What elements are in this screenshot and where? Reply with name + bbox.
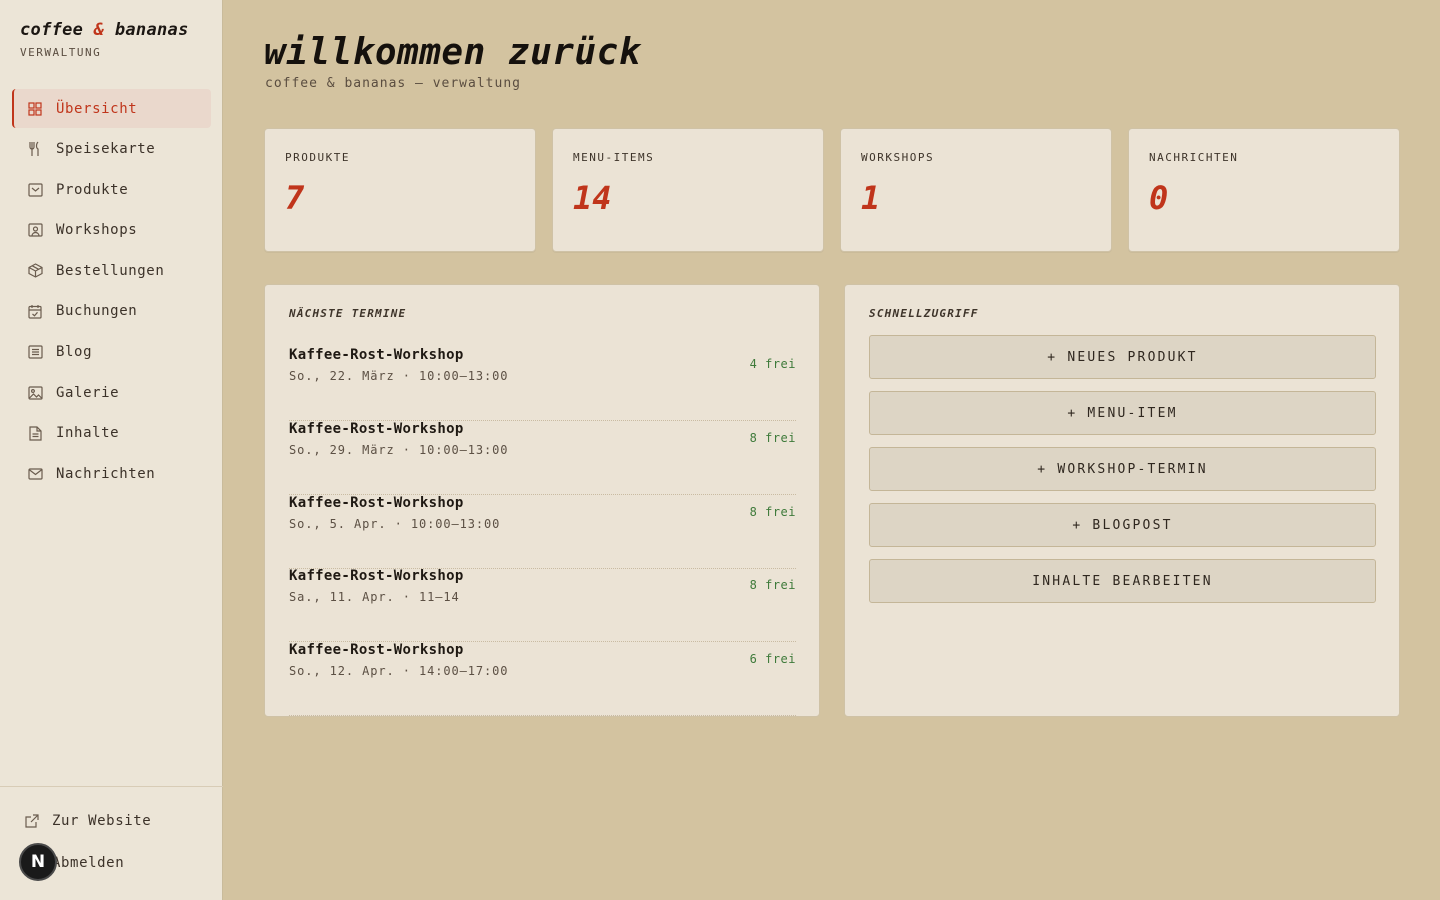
brand-name-part1: coffee [20, 20, 84, 40]
stat-card-workshops[interactable]: WORKSHOPS 1 [840, 128, 1112, 252]
event-free-spots: 8 frei [749, 505, 796, 519]
page-subtitle: coffee & bananas — verwaltung [265, 76, 521, 91]
box-icon [27, 182, 43, 198]
event-free-spots: 8 frei [749, 578, 796, 592]
new-blogpost-button[interactable]: + BLOGPOST [869, 503, 1376, 547]
workshop-icon [27, 222, 43, 238]
logout-label: Abmelden [52, 855, 125, 871]
external-link-icon [24, 813, 40, 829]
upcoming-events-panel: NÄCHSTE TERMINE Kaffee-Rost-Workshop So.… [264, 284, 820, 717]
stat-card-nachrichten[interactable]: NACHRICHTEN 0 [1128, 128, 1400, 252]
website-link-label: Zur Website [52, 813, 152, 829]
dev-badge[interactable]: N [19, 843, 57, 881]
event-name: Kaffee-Rost-Workshop [289, 495, 464, 511]
event-row[interactable]: Kaffee-Rost-Workshop Sa., 11. Apr. · 11–… [289, 568, 796, 642]
sidebar-item-speisekarte[interactable]: Speisekarte [12, 130, 211, 169]
package-icon [27, 263, 43, 279]
sidebar-item-label: Nachrichten [56, 465, 156, 482]
event-name: Kaffee-Rost-Workshop [289, 568, 464, 584]
brand: coffee & bananas VERWALTUNG [20, 20, 189, 59]
file-icon [27, 425, 43, 441]
sidebar-item-produkte[interactable]: Produkte [12, 170, 211, 209]
stat-label: MENU-ITEMS [573, 151, 655, 164]
sidebar-item-workshops[interactable]: Workshops [12, 211, 211, 250]
sidebar-item-label: Produkte [56, 181, 129, 198]
new-workshop-date-button[interactable]: + WORKSHOP-TERMIN [869, 447, 1376, 491]
event-row[interactable]: Kaffee-Rost-Workshop So., 29. März · 10:… [289, 421, 796, 495]
event-name: Kaffee-Rost-Workshop [289, 642, 464, 658]
calendar-check-icon [27, 303, 43, 319]
page-title: willkommen zurück [264, 32, 641, 73]
sidebar-item-label: Speisekarte [56, 141, 156, 158]
utensils-icon [27, 141, 43, 157]
sidebar-item-label: Galerie [56, 384, 120, 401]
event-date: So., 22. März · 10:00–13:00 [289, 369, 509, 383]
stat-label: NACHRICHTEN [1149, 151, 1239, 164]
event-row[interactable]: Kaffee-Rost-Workshop So., 5. Apr. · 10:0… [289, 495, 796, 569]
sidebar-item-label: Blog [56, 344, 93, 361]
stat-value: 0 [1149, 179, 1169, 217]
sidebar-item-inhalte[interactable]: Inhalte [12, 414, 211, 453]
sidebar-nav: Übersicht Speisekarte Produkte Workshops… [12, 89, 211, 495]
sidebar-item-galerie[interactable]: Galerie [12, 373, 211, 412]
event-date: So., 29. März · 10:00–13:00 [289, 443, 509, 457]
sidebar-item-label: Übersicht [56, 100, 138, 117]
event-date: So., 12. Apr. · 14:00–17:00 [289, 664, 509, 678]
quick-access-panel: SCHNELLZUGRIFF + NEUES PRODUKT + MENU-IT… [844, 284, 1400, 717]
list-icon [27, 344, 43, 360]
stat-label: PRODUKTE [285, 151, 350, 164]
sidebar-item-label: Buchungen [56, 303, 138, 320]
panel-title: SCHNELLZUGRIFF [869, 307, 979, 320]
sidebar-item-bestellungen[interactable]: Bestellungen [12, 251, 211, 290]
brand-name-part2: bananas [114, 20, 189, 40]
stat-value: 14 [573, 179, 612, 217]
sidebar-item-buchungen[interactable]: Buchungen [12, 292, 211, 331]
new-menu-item-button[interactable]: + MENU-ITEM [869, 391, 1376, 435]
stat-card-produkte[interactable]: PRODUKTE 7 [264, 128, 536, 252]
sidebar-item-nachrichten[interactable]: Nachrichten [12, 454, 211, 493]
stat-label: WORKSHOPS [861, 151, 935, 164]
brand-logo[interactable]: coffee & bananas [20, 20, 189, 40]
mail-icon [27, 466, 43, 482]
sidebar-item-label: Workshops [56, 222, 138, 239]
event-free-spots: 6 frei [749, 652, 796, 666]
brand-ampersand: & [93, 20, 105, 40]
event-row[interactable]: Kaffee-Rost-Workshop So., 12. Apr. · 14:… [289, 642, 796, 716]
event-date: So., 5. Apr. · 10:00–13:00 [289, 517, 501, 531]
new-product-button[interactable]: + NEUES PRODUKT [869, 335, 1376, 379]
sidebar-item-uebersicht[interactable]: Übersicht [12, 89, 211, 128]
stat-value: 7 [285, 179, 305, 217]
event-date: Sa., 11. Apr. · 11–14 [289, 590, 460, 604]
event-row[interactable]: Kaffee-Rost-Workshop So., 22. März · 10:… [289, 347, 796, 421]
grid-icon [27, 101, 43, 117]
website-link[interactable]: Zur Website [24, 813, 151, 829]
panel-title: NÄCHSTE TERMINE [289, 307, 407, 320]
event-name: Kaffee-Rost-Workshop [289, 347, 464, 363]
event-name: Kaffee-Rost-Workshop [289, 421, 464, 437]
sidebar-item-blog[interactable]: Blog [12, 333, 211, 372]
brand-subtitle: VERWALTUNG [20, 46, 102, 59]
edit-content-button[interactable]: INHALTE BEARBEITEN [869, 559, 1376, 603]
sidebar: coffee & bananas VERWALTUNG Übersicht Sp… [0, 0, 223, 900]
image-icon [27, 385, 43, 401]
sidebar-item-label: Inhalte [56, 425, 120, 442]
stat-card-menu-items[interactable]: MENU-ITEMS 14 [552, 128, 824, 252]
sidebar-item-label: Bestellungen [56, 262, 165, 279]
event-free-spots: 4 frei [749, 357, 796, 371]
stat-value: 1 [861, 179, 881, 217]
event-free-spots: 8 frei [749, 431, 796, 445]
